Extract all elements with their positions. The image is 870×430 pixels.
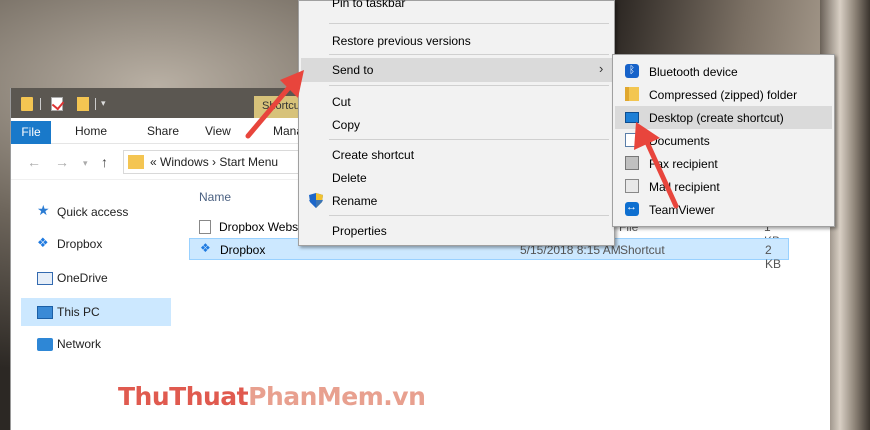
- nav-item-quick-access[interactable]: ★ Quick access: [21, 198, 171, 226]
- tab-home[interactable]: Home: [75, 124, 107, 138]
- nav-item-onedrive[interactable]: OneDrive: [21, 264, 171, 292]
- context-menu: Pin to taskbar Restore previous versions…: [298, 0, 615, 246]
- menu-item-restore-previous-versions[interactable]: Restore previous versions: [301, 29, 612, 53]
- menu-item-properties[interactable]: Properties: [301, 219, 612, 243]
- menu-item-label: Send to: [332, 63, 374, 77]
- toolbar-separator: [95, 98, 96, 110]
- menu-separator: [329, 23, 609, 24]
- back-arrow-icon[interactable]: ←: [27, 154, 41, 170]
- menu-separator: [329, 85, 609, 86]
- menu-item-cut[interactable]: Cut: [301, 90, 612, 114]
- recent-locations-chevron-icon[interactable]: ▾: [83, 158, 88, 169]
- menu-item-pin-to-taskbar[interactable]: Pin to taskbar: [301, 0, 612, 15]
- file-size: 2 KB: [765, 243, 782, 271]
- tab-view[interactable]: View: [205, 124, 231, 138]
- file-name: Dropbox: [220, 243, 266, 257]
- file-icon: [199, 220, 211, 234]
- menu-item-rename[interactable]: Rename: [301, 189, 612, 213]
- watermark: ThuThuatPhanMem.vn: [118, 382, 426, 411]
- submenu-item-label: Bluetooth device: [649, 65, 738, 79]
- menu-separator: [329, 215, 609, 216]
- computer-icon: [37, 306, 53, 319]
- customize-toolbar-dropdown-icon[interactable]: ▾: [101, 98, 106, 109]
- address-path: « Windows › Start Menu: [150, 155, 279, 169]
- address-bar[interactable]: « Windows › Start Menu: [123, 150, 313, 174]
- shield-icon: [309, 193, 323, 208]
- properties-check-icon[interactable]: [51, 97, 63, 111]
- nav-item-dropbox[interactable]: ❖ Dropbox: [21, 230, 171, 258]
- toolbar-separator: [40, 98, 41, 110]
- chevron-right-icon: ›: [599, 61, 604, 76]
- network-icon: [37, 338, 53, 351]
- menu-item-create-shortcut[interactable]: Create shortcut: [301, 143, 612, 167]
- file-type: Shortcut: [620, 243, 665, 257]
- new-folder-icon[interactable]: [77, 97, 89, 111]
- menu-separator: [329, 54, 609, 55]
- menu-item-label: Rename: [332, 194, 378, 208]
- submenu-item-bluetooth-device[interactable]: ᛒ Bluetooth device: [615, 60, 832, 83]
- dropbox-icon: ❖: [37, 235, 49, 250]
- up-arrow-icon[interactable]: ↑: [101, 154, 108, 170]
- nav-item-network[interactable]: Network: [21, 330, 171, 358]
- annotation-arrow-desktop: [634, 122, 679, 209]
- menu-item-copy[interactable]: Copy: [301, 113, 612, 137]
- submenu-item-label: Compressed (zipped) folder: [649, 88, 798, 102]
- zip-folder-icon: [625, 87, 639, 101]
- nav-item-label: Quick access: [57, 205, 129, 219]
- folder-icon: [128, 155, 144, 169]
- submenu-item-compressed-folder[interactable]: Compressed (zipped) folder: [615, 83, 832, 106]
- nav-item-this-pc[interactable]: This PC: [21, 298, 171, 326]
- menu-item-delete[interactable]: Delete: [301, 166, 612, 190]
- dropbox-shortcut-icon: ❖: [200, 241, 211, 255]
- nav-item-label: Dropbox: [57, 237, 103, 251]
- annotation-arrow-send-to: [245, 70, 304, 139]
- nav-item-label: OneDrive: [57, 271, 108, 285]
- bluetooth-icon: ᛒ: [625, 64, 639, 78]
- forward-arrow-icon[interactable]: →: [55, 154, 69, 170]
- column-header-name[interactable]: Name: [199, 190, 231, 204]
- star-icon: ★: [37, 202, 50, 218]
- tab-file[interactable]: File: [11, 121, 51, 144]
- onedrive-icon: [37, 272, 53, 285]
- folder-icon[interactable]: [21, 97, 33, 111]
- nav-item-label: This PC: [57, 305, 100, 319]
- nav-item-label: Network: [57, 337, 102, 351]
- menu-separator: [329, 139, 609, 140]
- menu-item-send-to[interactable]: Send to ›: [301, 58, 612, 82]
- tab-share[interactable]: Share: [147, 124, 179, 138]
